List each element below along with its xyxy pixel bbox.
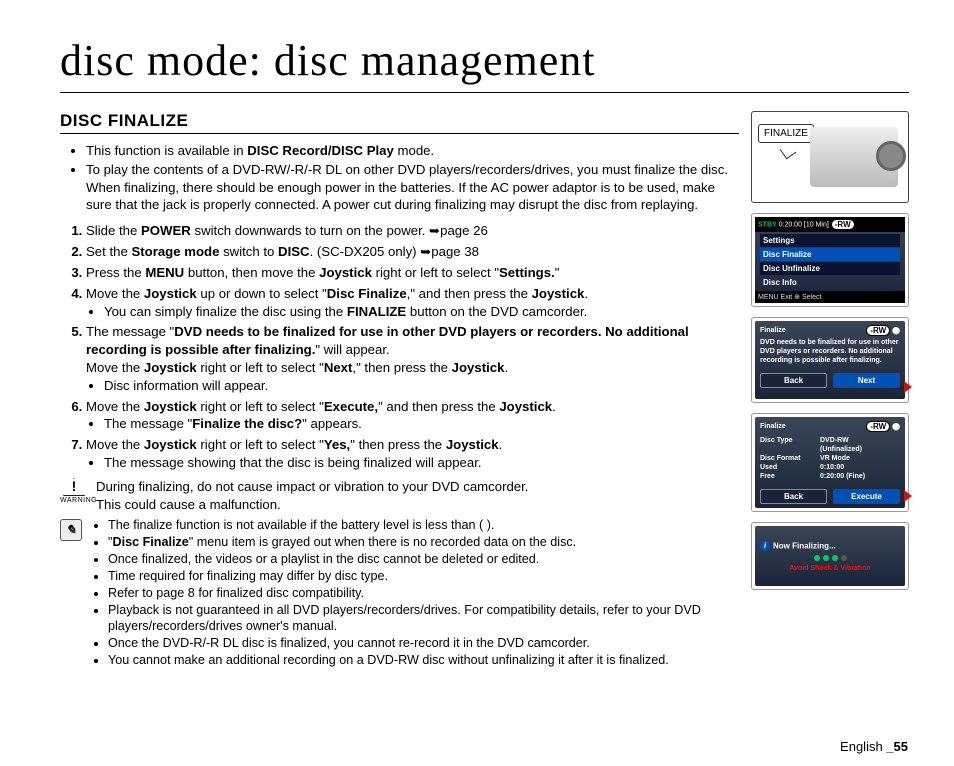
menu-item-disc-finalize: Disc Finalize [760, 248, 900, 261]
red-arrow-icon [904, 490, 912, 502]
note-icon: ✎ [60, 519, 82, 541]
execute-button[interactable]: Execute [833, 489, 900, 504]
menu-item-disc-unfinalize: Disc Unfinalize [760, 262, 900, 275]
menu-screen-2: Finalize-RW ⬤ DVD needs to be finalized … [751, 317, 909, 403]
back-button[interactable]: Back [760, 373, 827, 388]
menu-screen-1: STBY 0:20:00 [10 Min] -RW Settings Disc … [751, 213, 909, 307]
page-title: disc mode: disc management [60, 35, 909, 93]
warning-box: !WARNING During finalizing, do not cause… [60, 478, 739, 514]
menu-item-settings: Settings [760, 234, 900, 247]
warning-icon: !WARNING [60, 478, 88, 505]
menu-screen-4: iNow Finalizing... Avoid Shock & Vibrati… [751, 522, 909, 590]
notes-box: ✎ The finalize function is not available… [60, 517, 739, 668]
steps-list: Slide the POWER switch downwards to turn… [60, 222, 739, 472]
camera-illustration: FINALIZE [751, 111, 909, 203]
red-arrow-icon [904, 381, 912, 393]
finalize-callout: FINALIZE [758, 124, 814, 143]
intro-bullets: This function is available in DISC Recor… [60, 142, 739, 214]
section-heading: DISC FINALIZE [60, 111, 739, 134]
info-icon: i [760, 541, 770, 551]
next-button[interactable]: Next [833, 373, 900, 388]
menu-item-disc-info: Disc Info [760, 276, 900, 289]
page-footer: English _55 [840, 739, 908, 754]
back-button-2[interactable]: Back [760, 489, 827, 504]
menu-screen-3: Finalize-RW ⬤ Disc TypeDVD-RW (Unfinaliz… [751, 413, 909, 512]
